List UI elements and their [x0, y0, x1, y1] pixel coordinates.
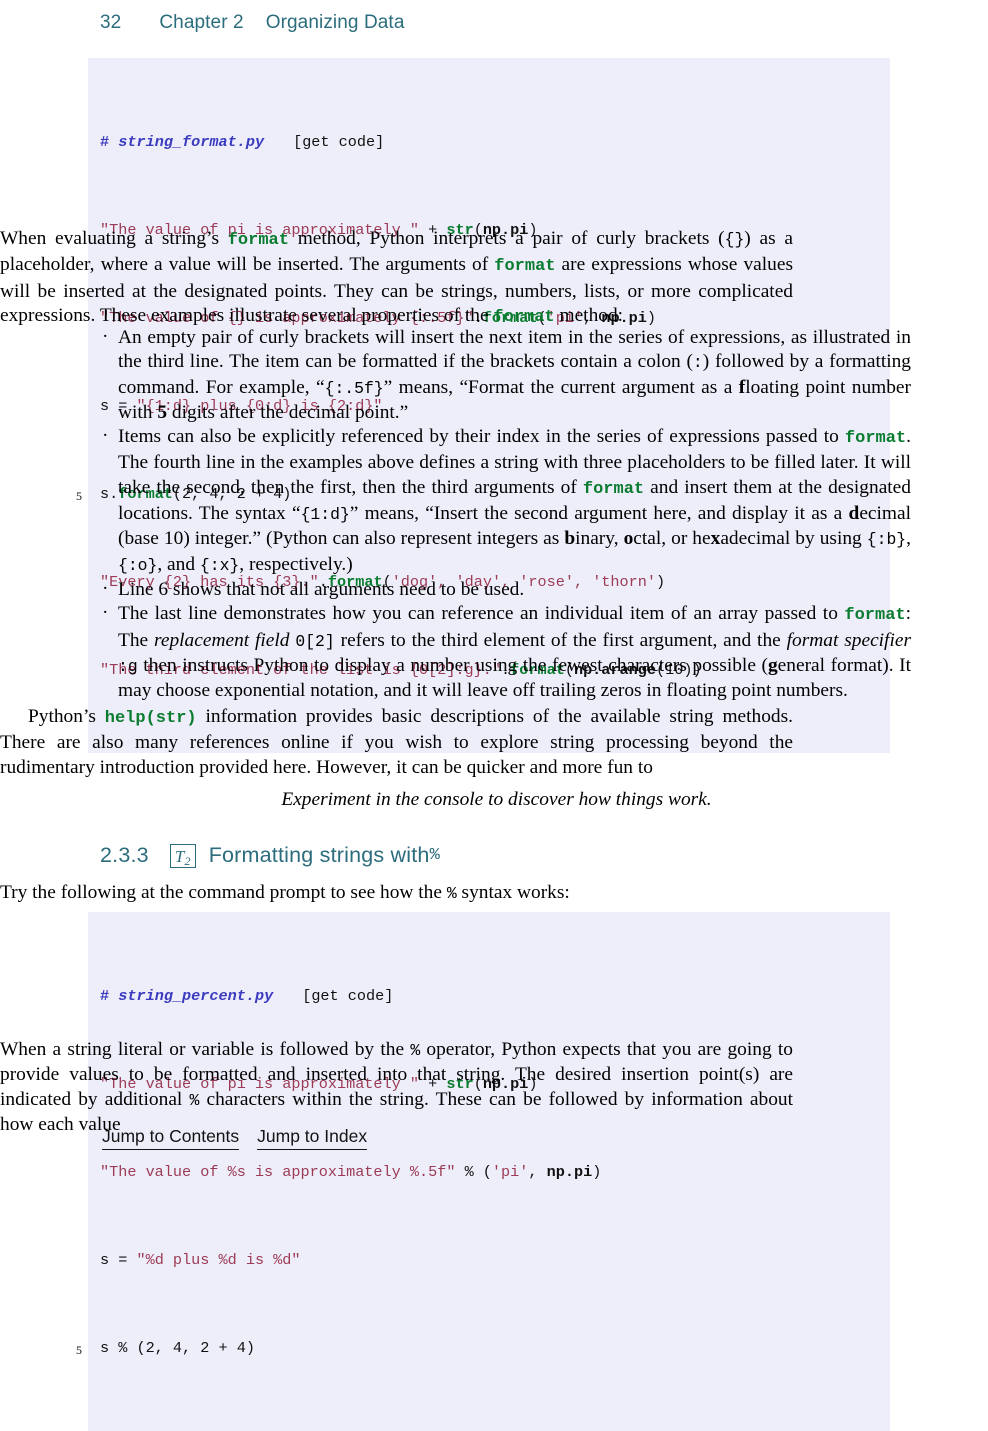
text-segment: Items can also be explicitly referenced … — [118, 426, 845, 448]
paragraph-percent-operator: When a string literal or variable is fol… — [0, 1038, 793, 1137]
list-item: Items can also be explicitly referenced … — [100, 424, 911, 578]
paragraph-format-method: When evaluating a string’s format method… — [0, 227, 793, 330]
code-line: # string_percent.py [get code] — [88, 985, 890, 1007]
chapter-title: Organizing Data — [265, 12, 405, 33]
badge-subscript: 2 — [184, 853, 191, 868]
jump-to-contents-link[interactable]: Jump to Contents — [102, 1126, 240, 1150]
section-title: Formatting strings with — [208, 843, 430, 867]
emphasis: d — [848, 503, 860, 525]
emphasis: x — [710, 528, 721, 550]
comment-hash: # — [100, 987, 110, 1005]
inline-code: {1:d} — [300, 505, 350, 525]
code-filename: string_percent.py — [118, 987, 274, 1005]
chapter-number: Chapter 2 — [159, 12, 244, 33]
code-line: s = "%d plus %d is %d" — [88, 1249, 890, 1271]
text-segment: The last line demonstrates how you can r… — [118, 603, 845, 625]
emphasis: o — [623, 528, 634, 550]
code-filename: string_format.py — [118, 133, 265, 151]
inline-code: 0[2] — [295, 631, 335, 651]
inline-code: : — [692, 353, 703, 373]
text-segment: adecimal by using — [720, 528, 867, 550]
emphasis: g — [767, 654, 778, 676]
text-segment: , and — [157, 553, 200, 575]
text-segment: Try the following at the command prompt … — [0, 882, 447, 903]
format-properties-list: An empty pair of curly brackets will ins… — [0, 325, 911, 703]
jump-to-index-link[interactable]: Jump to Index — [257, 1126, 368, 1150]
text-segment: digits after the decimal point.” — [167, 401, 409, 423]
inline-code: % — [446, 884, 457, 903]
code-operator: % ( — [455, 1163, 492, 1181]
emphasis: 5 — [157, 401, 168, 423]
code-line: # string_format.py [get code] — [88, 131, 890, 153]
inline-code: % — [189, 1090, 200, 1110]
text-segment: When a string literal or variable is fol… — [0, 1039, 411, 1060]
code-expression: s % (2, 4, 2 + 4) — [100, 1339, 255, 1357]
comment-hash: # — [100, 133, 110, 151]
tier2-badge-icon: T2 — [169, 843, 196, 868]
code-string: 'pi' — [491, 1163, 529, 1181]
code-punct: , — [528, 1163, 547, 1181]
italic-term: replacement field — [154, 629, 290, 651]
list-item: Line 6 shows that not all arguments need… — [100, 577, 911, 602]
text-segment: When evaluating a string’s — [0, 228, 228, 249]
inline-code-format: format — [227, 231, 289, 250]
text-segment: refers to the third element of the first… — [334, 629, 787, 651]
inline-code-help: help(str) — [104, 709, 197, 728]
list-item: An empty pair of curly brackets will ins… — [100, 325, 911, 425]
paragraph-help-str: Python’s help(str) information provides … — [0, 705, 793, 780]
inline-code: {:.5f} — [324, 378, 384, 398]
page: 32 Chapter 2 Organizing Data # string_fo… — [0, 0, 988, 1431]
text-segment: inary, — [575, 528, 624, 550]
running-head: 32 Chapter 2 Organizing Data — [100, 12, 404, 34]
inline-code: % — [410, 1041, 421, 1060]
inline-code: {} — [724, 230, 745, 249]
emphasis: b — [564, 528, 576, 550]
inline-code-format: format — [494, 257, 556, 277]
inline-code-format: format — [844, 606, 906, 626]
text-segment: Line 6 shows that not all arguments need… — [118, 578, 525, 600]
code-string: "%d plus %d is %d" — [136, 1251, 301, 1269]
list-item: The last line demonstrates how you can r… — [100, 601, 911, 703]
text-segment: method, Python interprets a pair of curl… — [288, 228, 725, 249]
badge-letter: T — [174, 846, 185, 866]
code-string: "The value of %s is approximately %.5f" — [100, 1163, 456, 1181]
code-punct: ) — [592, 1163, 602, 1181]
inline-code: {:o} — [118, 555, 158, 575]
code-block-string-percent[interactable]: # string_percent.py [get code] "The value… — [76, 912, 890, 1431]
text-segment: syntax works: — [456, 882, 570, 903]
code-line: 5 s % (2, 4, 2 + 4) — [76, 1337, 890, 1359]
inline-code: :g — [118, 656, 138, 676]
inline-code-format: format — [844, 429, 907, 449]
callout-experiment: Experiment in the console to discover ho… — [281, 789, 712, 810]
text-segment: , — [906, 528, 911, 550]
italic-term: format specifier — [786, 629, 911, 651]
inline-code: {:x} — [199, 555, 240, 575]
page-number: 32 — [100, 12, 122, 33]
text-segment: Python’s — [28, 706, 105, 727]
code-assign: s = — [100, 1251, 137, 1269]
section-heading-2-3-3[interactable]: 2.3.3 T2 Formatting strings with % — [100, 843, 440, 868]
inline-code-format: format — [493, 307, 555, 327]
section-number: 2.3.3 — [100, 843, 149, 867]
text-segment: ” means, “Format the current argument as… — [383, 376, 739, 398]
paragraph-try-following: Try the following at the command prompt … — [0, 881, 793, 906]
code-line-number: 5 — [76, 1343, 82, 1357]
page-footer: Jump to Contents Jump to Index — [102, 1126, 368, 1150]
inline-code: {:b} — [866, 530, 907, 550]
text-segment: , respectively.) — [239, 553, 353, 575]
text-segment: ctal, or he — [633, 528, 711, 550]
section-title-symbol: % — [429, 846, 440, 865]
inline-code-format: format — [582, 479, 645, 499]
text-segment: then instructs Python to display a numbe… — [137, 654, 768, 676]
text-segment: method: — [554, 304, 624, 326]
get-code-link[interactable]: [get code] — [293, 133, 384, 151]
get-code-link[interactable]: [get code] — [302, 987, 393, 1005]
text-segment: ” means, “Insert the second argument her… — [349, 503, 849, 525]
code-line: "The value of %s is approximately %.5f" … — [88, 1161, 890, 1183]
code-identifier: np.pi — [546, 1163, 593, 1181]
